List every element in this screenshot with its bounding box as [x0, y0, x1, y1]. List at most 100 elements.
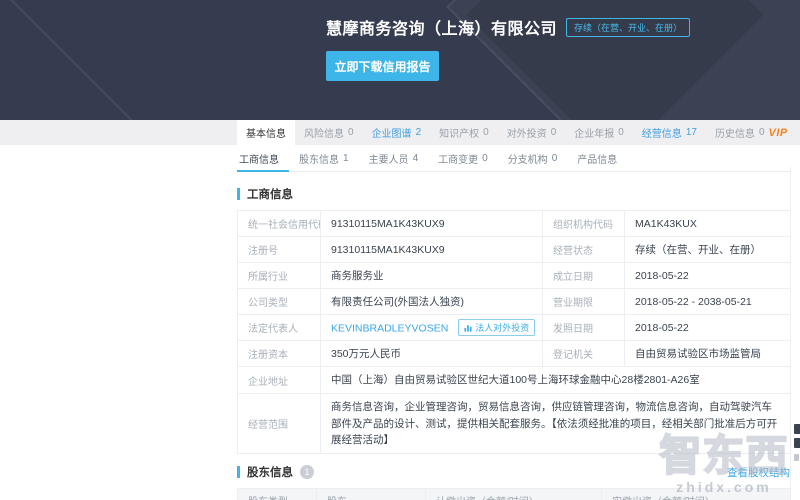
info-row: 统一社会信用代码91310115MA1K43KUX9组织机构代码MA1K43KU… — [238, 211, 791, 237]
info-value: 存续（在营、开业、在册） — [625, 237, 791, 263]
business-info-table: 统一社会信用代码91310115MA1K43KUX9组织机构代码MA1K43KU… — [237, 210, 791, 454]
main-tab-知识产权[interactable]: 知识产权 0 — [430, 120, 498, 145]
main-tab-企业年报[interactable]: 企业年报 0 — [565, 120, 633, 145]
info-value: KEVINBRADLEYVOSEN 法人对外投资 — [321, 315, 543, 341]
info-row: 公司类型有限责任公司(外国法人独资)营业期限2018-05-22 - 2038-… — [238, 289, 791, 315]
clipped-edge-text — [794, 454, 799, 461]
main-tabs: 基本信息 风险信息 0 企业图谱 2 知识产权 0 对外投资 0 企业年报 0 经营信息 17 历史信息 0… — [237, 120, 800, 145]
legal-representative-link[interactable]: KEVINBRADLEYVOSEN — [331, 323, 448, 335]
sub-tab-count: 1 — [343, 153, 349, 164]
tab-count: 0 — [618, 127, 624, 138]
info-label: 注册号 — [238, 237, 321, 263]
tab-count: 0 — [348, 127, 354, 138]
info-label: 成立日期 — [543, 263, 625, 289]
info-value: 2018-05-22 — [625, 315, 791, 341]
section-accent-bar — [237, 466, 240, 478]
tab-label: 经营信息 — [642, 125, 682, 140]
info-row: 注册资本350万元人民币登记机关自由贸易试验区市场监管局 — [238, 341, 791, 367]
shareholders-title: 股东信息 — [247, 464, 293, 480]
section-accent-bar — [237, 188, 240, 200]
sub-tab-工商变更[interactable]: 工商变更 0 — [428, 145, 498, 171]
info-value: 自由贸易试验区市场监管局 — [625, 341, 791, 367]
outbound-investment-badge[interactable]: 法人对外投资 — [458, 319, 535, 336]
shareholders-table: 股东类型股东认缴出资（金额/时间）实缴出资（金额/时间） 外国地区企业WAYMO… — [237, 488, 791, 500]
bar-chart-icon — [464, 324, 472, 332]
outbound-investment-badge-label: 法人对外投资 — [475, 321, 529, 334]
info-label: 公司类型 — [238, 289, 321, 315]
info-label: 登记机关 — [543, 341, 625, 367]
info-label: 营业期限 — [543, 289, 625, 315]
sub-tab-label: 工商变更 — [438, 151, 478, 166]
main-tab-基本信息[interactable]: 基本信息 — [237, 120, 295, 145]
sub-tab-label: 主要人员 — [369, 151, 409, 166]
sub-tab-count: 0 — [552, 153, 558, 164]
business-info-section-header: 工商信息 — [237, 186, 790, 202]
shareholders-header-row: 股东类型股东认缴出资（金额/时间）实缴出资（金额/时间） — [238, 489, 791, 500]
tab-count: 0 — [759, 127, 765, 138]
main-tab-历史信息[interactable]: 历史信息 0 VIP — [706, 120, 797, 145]
info-value: 中国（上海）自由贸易试验区世纪大道100号上海环球金融中心28楼2801-A26… — [321, 367, 791, 394]
view-equity-structure-link[interactable]: 查看股权结构 — [727, 465, 790, 480]
shareholders-column-header: 认缴出资（金额/时间） — [426, 489, 602, 500]
company-status-badge: 存续（在营、开业、在册） — [566, 18, 690, 37]
info-label: 所属行业 — [238, 263, 321, 289]
main-tab-bar: 基本信息 风险信息 0 企业图谱 2 知识产权 0 对外投资 0 企业年报 0 经营信息 17 历史信息 0… — [0, 120, 800, 145]
sub-tab-label: 产品信息 — [577, 151, 617, 166]
tab-count: 2 — [416, 127, 422, 138]
sub-tab-count: 4 — [413, 153, 419, 164]
shareholders-count-badge: 1 — [300, 465, 314, 479]
main-tab-对外投资[interactable]: 对外投资 0 — [498, 120, 566, 145]
company-profile-page: 慧摩商务咨询（上海）有限公司 存续（在营、开业、在册） 立即下载信用报告 基本信… — [0, 0, 800, 500]
shareholders-column-header: 股东类型 — [238, 489, 317, 500]
clipped-edge-text — [794, 424, 800, 434]
info-row: 所属行业商务服务业成立日期2018-05-22 — [238, 263, 791, 289]
info-value: 商务服务业 — [321, 263, 543, 289]
tab-label: 企业图谱 — [372, 125, 412, 140]
sub-tab-分支机构[interactable]: 分支机构 0 — [498, 145, 568, 171]
sub-tab-股东信息[interactable]: 股东信息 1 — [289, 145, 359, 171]
sub-tabs: 工商信息股东信息 1 主要人员 4 工商变更 0 分支机构 0 产品信息 — [237, 145, 790, 172]
tab-label: 风险信息 — [304, 125, 344, 140]
sub-tab-count: 0 — [482, 153, 488, 164]
tab-label: 对外投资 — [507, 125, 547, 140]
sub-tab-label: 分支机构 — [508, 151, 548, 166]
info-value: 350万元人民币 — [321, 341, 543, 367]
shareholders-column-header: 实缴出资（金额/时间） — [602, 489, 791, 500]
clipped-right-panel — [790, 167, 800, 500]
main-tab-风险信息[interactable]: 风险信息 0 — [295, 120, 363, 145]
info-value: 91310115MA1K43KUX9 — [321, 211, 543, 237]
info-label: 统一社会信用代码 — [238, 211, 321, 237]
download-credit-report-button[interactable]: 立即下载信用报告 — [326, 51, 439, 81]
info-label: 经营状态 — [543, 237, 625, 263]
sub-tab-label: 股东信息 — [299, 151, 339, 166]
vip-badge: VIP — [769, 127, 788, 139]
sub-tab-工商信息[interactable]: 工商信息 — [237, 145, 289, 171]
info-label: 注册资本 — [238, 341, 321, 367]
info-value: 有限责任公司(外国法人独资) — [321, 289, 543, 315]
clipped-edge-text — [794, 438, 800, 448]
tab-count: 0 — [551, 127, 557, 138]
info-label: 发照日期 — [543, 315, 625, 341]
sub-tab-产品信息[interactable]: 产品信息 — [567, 145, 627, 171]
company-name: 慧摩商务咨询（上海）有限公司 — [326, 15, 557, 39]
info-row: 法定代表人KEVINBRADLEYVOSEN法人对外投资发照日期2018-05-… — [238, 315, 791, 341]
info-label: 企业地址 — [238, 367, 321, 394]
info-value: 91310115MA1K43KUX9 — [321, 237, 543, 263]
tab-label: 企业年报 — [574, 125, 614, 140]
info-value: 商务信息咨询，企业管理咨询，贸易信息咨询，供应链管理咨询，物流信息咨询，自动驾驶… — [321, 394, 791, 454]
business-info-title: 工商信息 — [247, 186, 293, 202]
tab-label: 基本信息 — [246, 125, 286, 140]
tab-label: 知识产权 — [439, 125, 479, 140]
shareholders-column-header: 股东 — [317, 489, 426, 500]
tab-count: 17 — [686, 127, 697, 138]
tab-label: 历史信息 — [715, 125, 755, 140]
tab-count: 0 — [483, 127, 489, 138]
info-label: 组织机构代码 — [543, 211, 625, 237]
info-row: 注册号91310115MA1K43KUX9经营状态存续（在营、开业、在册） — [238, 237, 791, 263]
main-tab-企业图谱[interactable]: 企业图谱 2 — [363, 120, 431, 145]
info-value: 2018-05-22 — [625, 263, 791, 289]
sub-tab-主要人员[interactable]: 主要人员 4 — [359, 145, 429, 171]
info-label: 经营范围 — [238, 394, 321, 454]
main-tab-经营信息[interactable]: 经营信息 17 — [633, 120, 706, 145]
hero-diagonal-decoration — [0, 0, 205, 122]
